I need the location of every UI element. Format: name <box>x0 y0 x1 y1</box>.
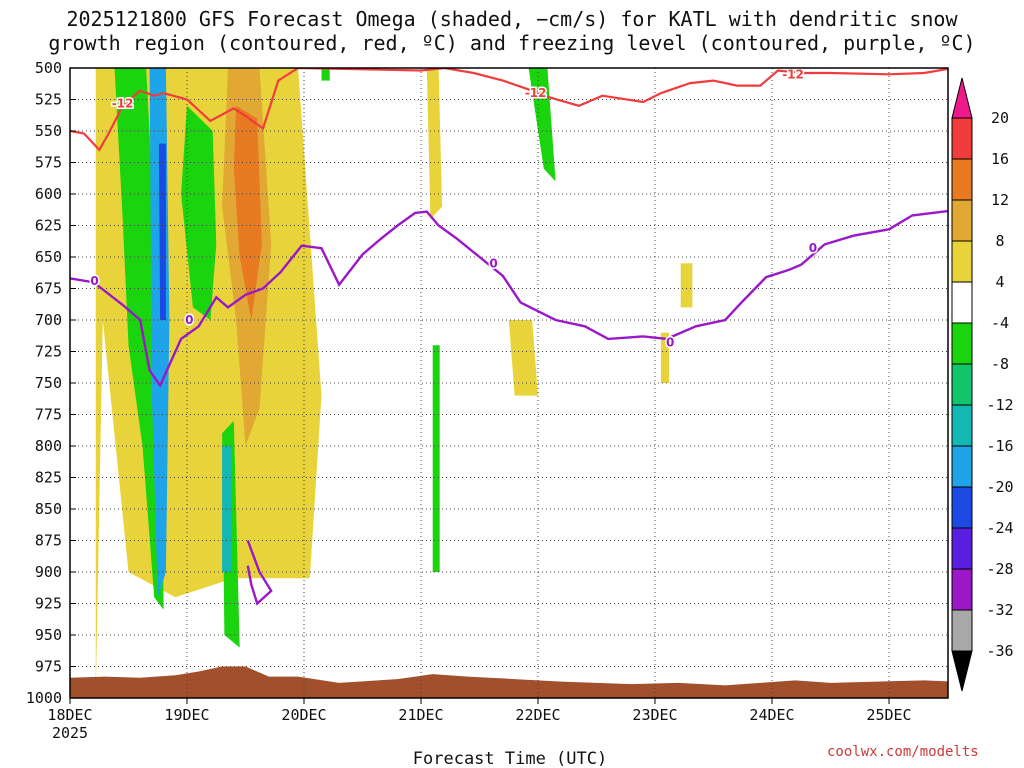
y-tick-label: 625 <box>35 217 62 235</box>
colorbar-top-triangle <box>951 77 973 119</box>
terrain-fill <box>70 666 948 698</box>
y-tick-label: 500 <box>35 59 62 77</box>
y-tick-label: 675 <box>35 280 62 298</box>
x-tick-label: 25DEC <box>866 706 911 724</box>
x-tick-label: 18DEC <box>47 706 92 724</box>
dgz-contour-label: -12 <box>525 86 547 100</box>
omega-region-13 <box>508 320 538 396</box>
colorbar-swatch <box>951 158 973 201</box>
y-tick-label: 1000 <box>26 689 62 707</box>
freezing-contour-label: 0 <box>489 256 497 270</box>
omega-region-14 <box>680 263 693 308</box>
y-tick-label: 850 <box>35 500 62 518</box>
colorbar-label: -32 <box>986 601 1013 619</box>
y-tick-label: 750 <box>35 374 62 392</box>
y-tick-label: 525 <box>35 91 62 109</box>
x-tick-label: 20DEC <box>281 706 326 724</box>
y-tick-label: 825 <box>35 469 62 487</box>
colorbar-swatch <box>951 486 973 529</box>
colorbar-swatch <box>951 199 973 242</box>
colorbar-label: 12 <box>991 191 1009 209</box>
y-tick-label: 975 <box>35 658 62 676</box>
colorbar-label: -4 <box>991 314 1009 332</box>
colorbar-label: 8 <box>995 232 1004 250</box>
colorbar-swatch <box>951 117 973 160</box>
omega-time-height-chart: -12 -12 -12 0 0 0 0 0 500 525 550 575 600 625 650 675 7… <box>26 59 1014 768</box>
x-tick-label: 21DEC <box>398 706 443 724</box>
omega-region-6 <box>432 345 440 572</box>
colorbar-label: 20 <box>991 109 1009 127</box>
colorbar: 20 16 12 8 4 -4 -8 -12 -16 -20 -24 -28 -32 -36 <box>951 77 1014 692</box>
colorbar-label: -12 <box>986 396 1013 414</box>
y-tick-label: 800 <box>35 437 62 455</box>
colorbar-swatch <box>951 568 973 611</box>
x-tick-label: 22DEC <box>515 706 560 724</box>
y-tick-label: 600 <box>35 185 62 203</box>
colorbar-swatch <box>951 609 973 652</box>
x-tick-label: 24DEC <box>749 706 794 724</box>
x-axis-label: Forecast Time (UTC) <box>413 749 607 768</box>
colorbar-label: -16 <box>986 437 1013 455</box>
freezing-contour-label: 0 <box>666 336 674 350</box>
colorbar-swatch <box>951 363 973 406</box>
colorbar-label: 16 <box>991 150 1009 168</box>
colorbar-swatch <box>951 527 973 570</box>
y-tick-label: 700 <box>35 311 62 329</box>
colorbar-label: 4 <box>995 273 1004 291</box>
colorbar-swatch <box>951 322 973 365</box>
colorbar-bottom-triangle <box>951 650 973 692</box>
omega-region-7 <box>528 68 556 182</box>
freezing-contour-label: 0 <box>90 274 98 288</box>
dgz-contour-label: -12 <box>112 96 134 110</box>
omega-region-12 <box>426 68 443 220</box>
dgz-contour-label: -12 <box>782 67 804 81</box>
freezing-contour-label: 0 <box>809 241 817 255</box>
x-tick-label: 19DEC <box>164 706 209 724</box>
y-tick-label: 650 <box>35 248 62 266</box>
y-tick-label: 900 <box>35 563 62 581</box>
y-tick-label: 550 <box>35 122 62 140</box>
colorbar-label: -8 <box>991 355 1009 373</box>
y-tick-label: 950 <box>35 626 62 644</box>
freezing-contour-label: 0 <box>185 313 193 327</box>
colorbar-swatch <box>951 404 973 447</box>
x-tick-sublabel: 2025 <box>52 724 88 742</box>
colorbar-label: -36 <box>986 642 1013 660</box>
y-tick-label: 875 <box>35 532 62 550</box>
colorbar-label: -24 <box>986 519 1013 537</box>
x-tick-label: 23DEC <box>632 706 677 724</box>
y-tick-label: 775 <box>35 406 62 424</box>
omega-region-10 <box>158 143 166 320</box>
colorbar-swatch <box>951 281 973 324</box>
omega-region-8 <box>321 68 330 81</box>
y-tick-label: 575 <box>35 154 62 172</box>
colorbar-label: -20 <box>986 478 1013 496</box>
y-tick-label: 925 <box>35 595 62 613</box>
colorbar-label: -28 <box>986 560 1013 578</box>
colorbar-swatch <box>951 240 973 283</box>
colorbar-swatch <box>951 445 973 488</box>
credit-text: coolwx.com/modelts <box>827 744 979 760</box>
y-tick-label: 725 <box>35 343 62 361</box>
